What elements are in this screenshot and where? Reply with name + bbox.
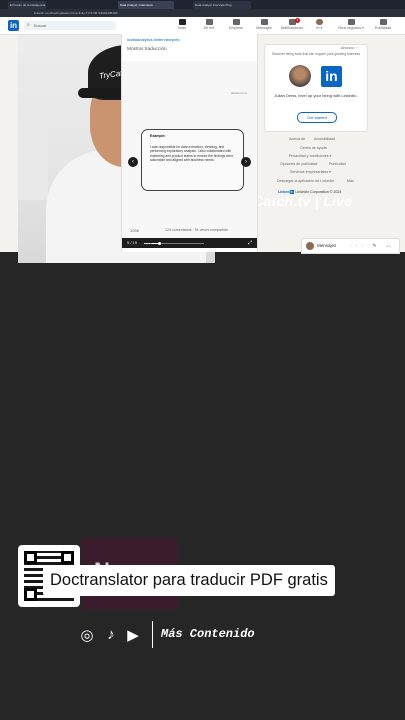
footer-link[interactable]: Privacidad y condiciones ▾ [289,154,331,158]
prev-slide-button[interactable]: ‹ [128,157,138,167]
search-placeholder: Buscar [34,23,47,28]
nav-label: Empleos [229,26,243,30]
messaging-bar[interactable]: Mensajes ··· ✎ ︿ [301,238,400,254]
nav-jobs[interactable]: Empleos [223,19,249,33]
linkedin-logo-icon[interactable]: in [8,20,19,31]
footer-link[interactable]: Opciones de publicidad [280,162,317,166]
footer-link[interactable]: Acerca de [289,137,305,141]
nav-label: Mi red [204,26,214,30]
qr-finder [24,551,37,564]
linkedin-wordmark: Linked [278,190,290,194]
linkedin-logo-icon: in [321,66,342,87]
reactions-heading: Reacciones [127,243,153,248]
caption-banner: Doctranslator para traducir PDF gratis [43,565,335,596]
footer-link[interactable]: Centro de ayuda [300,146,327,150]
example-title: Example: [150,134,166,138]
get-started-button[interactable]: Get started [297,112,337,123]
ad-subtitle: Discover hiring tools that can support y… [272,52,360,56]
avatar [306,242,314,250]
nav-label: Mensajes [256,26,272,30]
linkedin-wordmark-box: in [289,190,295,194]
footer-link[interactable]: Descargar la aplicación de LinkedIn [277,179,334,183]
nav-home[interactable]: Inicio [169,19,195,33]
copyright-text: LinkedIn Corporation © 2024 [295,190,342,194]
next-slide-button[interactable]: › [241,157,251,167]
nav-label: Notificaciones [280,26,304,30]
qr-finder [24,588,37,601]
messaging-label: Mensajes [317,243,337,248]
footer-link[interactable]: Más [347,179,354,183]
divider [152,621,153,648]
doc-watermark: datafocus.tv [230,91,247,95]
slide-progress[interactable] [144,241,204,245]
document-viewer: datafocus.tv Example: I was responsible … [122,61,257,248]
nav-me[interactable]: Yo ▾ [306,19,332,33]
url-text: linkedin.com/feed/update/urn:li:activity… [34,11,119,15]
post-hashtags[interactable]: #dataanalytics #interviewprep [127,37,180,42]
linkedin-navbar: in ⌕ Buscar Inicio Mi red Empleos Mensaj… [0,17,405,35]
nav-label: Inicio [177,26,187,30]
nav-notifications[interactable]: 5 Notificaciones [279,18,305,33]
avatar [289,65,311,87]
browser-tab[interactable]: Data Analyst Interview Prep [193,1,251,9]
nav-messages[interactable]: Mensajes [251,19,277,33]
ad-card: Anuncio ··· Discover hiring tools that c… [264,44,368,132]
notification-badge: 5 [295,18,300,23]
youtube-icon[interactable]: ▶ [123,626,143,644]
nav-label: Yo ▾ [315,26,323,30]
ad-label: Anuncio ··· [341,46,359,50]
browser-tab[interactable]: El Futuro de la inteligencia [8,1,46,9]
nav-advertise[interactable]: Publicidad [370,19,396,33]
nav-business[interactable]: Para negocios ▾ [338,19,364,33]
tiktok-icon[interactable]: ♪ [101,626,121,643]
nav-label: Publicidad [374,26,392,30]
example-body: I was responsible for data extraction, c… [150,145,234,162]
search-icon: ⌕ [27,22,30,28]
nav-network[interactable]: Mi red [196,19,222,33]
ad-headline: Julian Denis, level up your hiring with … [274,93,358,98]
messaging-icons[interactable]: ··· ✎ ︿ [350,242,395,249]
more-content-label: Más Contenido [161,627,255,641]
slide-progress-handle[interactable] [158,241,162,245]
browser-tab[interactable]: Data Analyst | Interviews [118,1,174,9]
search-input[interactable]: ⌕ Buscar [24,21,116,30]
footer-link[interactable]: Publicidad [329,162,346,166]
reactions-count[interactable]: 1056 [130,228,139,233]
qr-finder [61,551,74,564]
post-card: #dataanalytics #interviewprep Mostrar tr… [121,34,258,252]
footer-link[interactable]: Accesibilidad [314,137,335,141]
instagram-icon[interactable]: ◎ [77,626,97,644]
address-bar[interactable]: linkedin.com/feed/update/urn:li:activity… [0,9,405,17]
tab-bar: El Futuro de la inteligencia Data Analys… [0,0,405,9]
example-card: Example: I was responsible for data extr… [141,129,244,191]
show-translation-link[interactable]: Mostrar traducción [127,47,167,52]
expand-icon[interactable]: ⤢ [248,240,252,246]
nav-label: Para negocios ▾ [338,26,364,30]
background-shelf [18,120,48,200]
comments-shares[interactable]: 124 comentarios · 91 veces compartido [165,228,228,232]
footer-link[interactable]: Servicios empresariales ▾ [290,170,331,174]
copyright: Linkedin LinkedIn Corporation © 2024 [278,190,341,194]
